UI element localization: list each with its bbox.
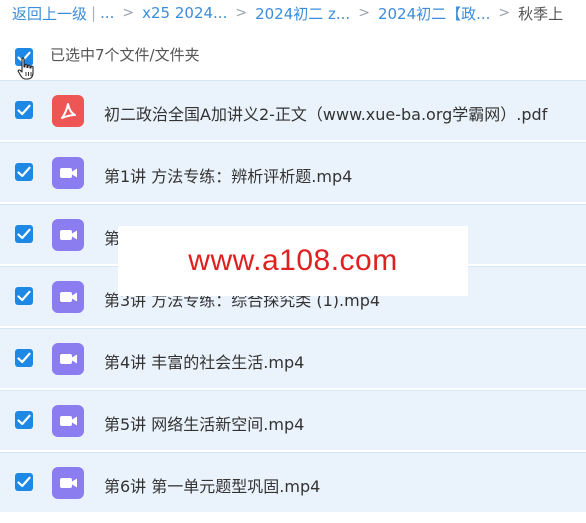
breadcrumb: 返回上一级 | ... > x25 2024... > 2024初二 z... … bbox=[0, 0, 586, 26]
file-name[interactable]: 第5讲 网络生活新空间.mp4 bbox=[104, 411, 304, 435]
chevron-right-icon: > bbox=[358, 5, 370, 21]
video-icon bbox=[52, 219, 84, 251]
file-checkbox[interactable] bbox=[15, 287, 33, 305]
file-row[interactable]: 初二政治全国A加讲义2-正文（www.xue-ba.org学霸网）.pdf bbox=[0, 80, 586, 140]
pdf-icon bbox=[52, 95, 84, 127]
video-icon bbox=[52, 281, 84, 313]
file-row[interactable]: 第1讲 方法专练：辨析评析题.mp4 bbox=[0, 142, 586, 202]
file-row[interactable]: 第6讲 第一单元题型巩固.mp4 bbox=[0, 452, 586, 512]
video-icon bbox=[52, 343, 84, 375]
file-name[interactable]: 初二政治全国A加讲义2-正文（www.xue-ba.org学霸网）.pdf bbox=[104, 101, 547, 125]
file-checkbox[interactable] bbox=[15, 163, 33, 181]
check-icon bbox=[17, 104, 31, 116]
check-icon bbox=[17, 352, 31, 364]
video-icon bbox=[52, 157, 84, 189]
file-checkbox[interactable] bbox=[15, 473, 33, 491]
hand-cursor-icon bbox=[17, 57, 34, 80]
file-browser: 返回上一级 | ... > x25 2024... > 2024初二 z... … bbox=[0, 0, 586, 523]
breadcrumb-item-3[interactable]: 2024初二【政... bbox=[378, 3, 490, 24]
video-icon bbox=[52, 467, 84, 499]
file-checkbox[interactable] bbox=[15, 101, 33, 119]
selection-count-label: 已选中7个文件/文件夹 bbox=[50, 46, 200, 64]
file-checkbox[interactable] bbox=[15, 411, 33, 429]
check-icon bbox=[17, 414, 31, 426]
select-all-row: 已选中7个文件/文件夹 bbox=[0, 30, 586, 80]
watermark: www.a108.com bbox=[118, 226, 468, 296]
breadcrumb-separator: | bbox=[91, 4, 97, 22]
breadcrumb-item-1[interactable]: x25 2024... bbox=[142, 4, 227, 22]
video-icon bbox=[52, 405, 84, 437]
file-name[interactable]: 第1讲 方法专练：辨析评析题.mp4 bbox=[104, 163, 352, 187]
check-icon bbox=[17, 166, 31, 178]
breadcrumb-back-link[interactable]: 返回上一级 bbox=[12, 3, 87, 24]
file-name[interactable]: 第6讲 第一单元题型巩固.mp4 bbox=[104, 473, 320, 497]
breadcrumb-item-2[interactable]: 2024初二 z... bbox=[255, 3, 350, 24]
file-checkbox[interactable] bbox=[15, 349, 33, 367]
check-icon bbox=[17, 228, 31, 240]
chevron-right-icon: > bbox=[498, 5, 511, 21]
check-icon bbox=[17, 476, 31, 488]
file-name[interactable]: 第4讲 丰富的社会生活.mp4 bbox=[104, 349, 304, 373]
chevron-right-icon: > bbox=[122, 5, 135, 21]
check-icon bbox=[17, 290, 31, 302]
chevron-right-icon: > bbox=[235, 5, 248, 21]
file-row[interactable]: 第4讲 丰富的社会生活.mp4 bbox=[0, 328, 586, 388]
breadcrumb-ellipsis[interactable]: ... bbox=[100, 4, 114, 22]
breadcrumb-current: 秋季上 bbox=[518, 4, 564, 23]
file-row[interactable]: 第5讲 网络生活新空间.mp4 bbox=[0, 390, 586, 450]
file-checkbox[interactable] bbox=[15, 225, 33, 243]
